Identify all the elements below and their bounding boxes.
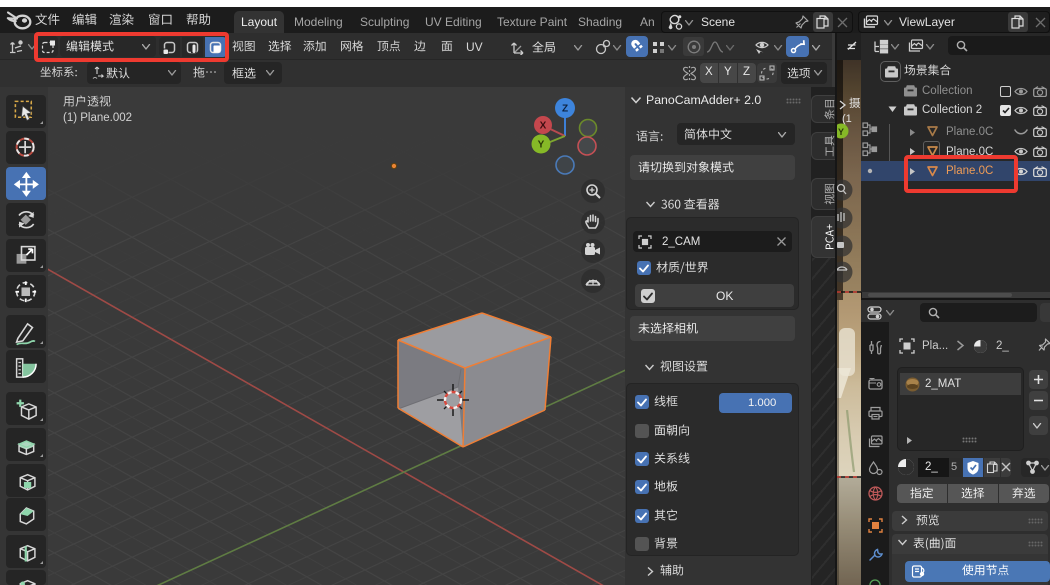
- svg-text:Y: Y: [538, 140, 545, 151]
- svg-text:X: X: [540, 121, 547, 132]
- svg-text:Y: Y: [838, 127, 844, 137]
- svg-text:Z: Z: [562, 104, 568, 115]
